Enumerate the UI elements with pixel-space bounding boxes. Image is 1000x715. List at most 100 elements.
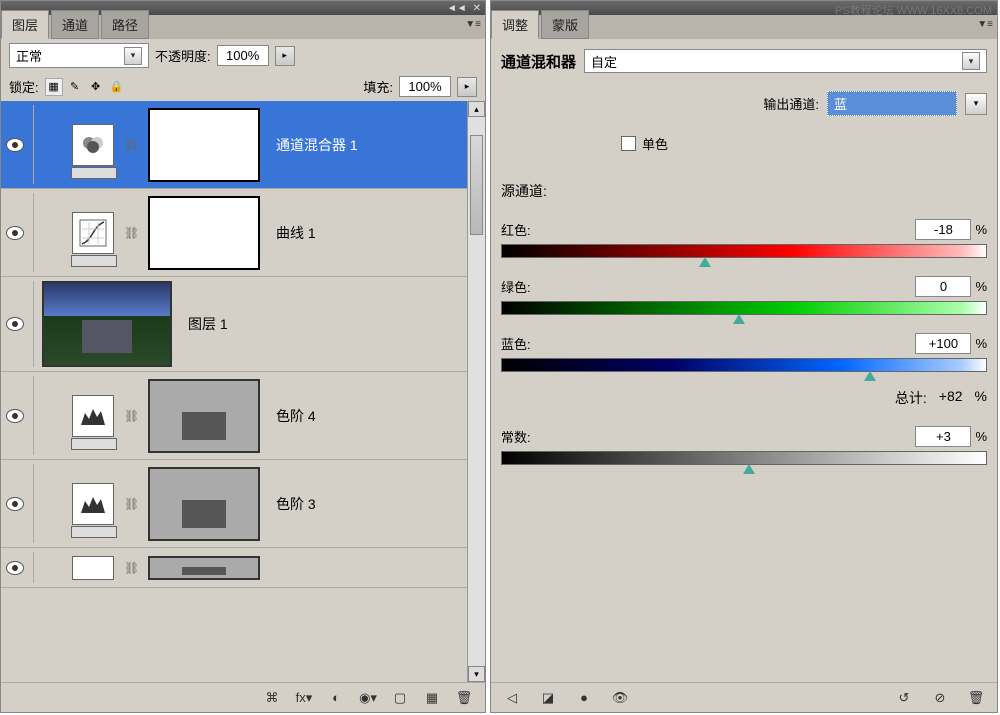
trash-icon[interactable]: 🗑 bbox=[453, 688, 475, 708]
red-slider[interactable] bbox=[501, 244, 987, 258]
unit-label: % bbox=[975, 429, 987, 444]
lock-transparency-icon[interactable]: ▦ bbox=[45, 78, 63, 96]
total-label: 总计: bbox=[895, 388, 927, 408]
layer-row[interactable]: 图层 1 bbox=[1, 277, 485, 372]
tab-adjustments[interactable]: 调整 bbox=[491, 10, 539, 39]
chevron-down-icon: ▾ bbox=[962, 52, 980, 70]
panel-menu-icon[interactable]: ▼≡ bbox=[465, 19, 481, 30]
layer-name[interactable]: 曲线 1 bbox=[276, 223, 316, 243]
adjustment-curves-icon[interactable] bbox=[72, 212, 114, 254]
tab-masks[interactable]: 蒙版 bbox=[541, 10, 589, 39]
layer-row[interactable]: ⛓ 色阶 4 bbox=[1, 372, 485, 460]
panel-tabs: 调整 蒙版 ▼≡ bbox=[491, 15, 997, 39]
visibility-eye-icon[interactable] bbox=[6, 497, 24, 511]
red-label: 红色: bbox=[501, 220, 531, 239]
output-channel-select[interactable]: 蓝 bbox=[827, 91, 957, 116]
adjustment-levels-icon[interactable] bbox=[72, 395, 114, 437]
layer-row[interactable]: ⛓ bbox=[1, 548, 485, 588]
adjustment-channel-mixer-icon[interactable] bbox=[72, 124, 114, 166]
visibility-eye-icon[interactable] bbox=[6, 317, 24, 331]
chevron-down-icon[interactable]: ▾ bbox=[965, 93, 987, 115]
layer-name[interactable]: 通道混合器 1 bbox=[276, 135, 358, 155]
mask-thumbnail[interactable] bbox=[148, 467, 260, 541]
previous-state-icon[interactable]: ↺ bbox=[893, 688, 915, 708]
panel-menu-icon[interactable]: ▼≡ bbox=[977, 19, 993, 30]
layer-row[interactable]: ⛓ 色阶 3 bbox=[1, 460, 485, 548]
lock-position-icon[interactable]: ✥ bbox=[87, 78, 105, 96]
mask-thumbnail[interactable] bbox=[148, 196, 260, 270]
link-icon[interactable]: ⛓ bbox=[124, 561, 138, 575]
scroll-down-icon[interactable]: ▾ bbox=[468, 666, 485, 682]
blue-slider[interactable] bbox=[501, 358, 987, 372]
layer-name[interactable]: 色阶 4 bbox=[276, 406, 316, 426]
fill-input[interactable]: 100% bbox=[399, 76, 451, 97]
panel-tabs: 图层 通道 路径 ▼≡ bbox=[1, 15, 485, 39]
back-icon[interactable]: ◁ bbox=[501, 688, 523, 708]
preset-select[interactable]: 自定 ▾ bbox=[584, 49, 987, 73]
link-icon[interactable]: ⛓ bbox=[124, 226, 138, 240]
mask-thumbnail[interactable] bbox=[148, 556, 260, 580]
layer-name[interactable]: 图层 1 bbox=[188, 314, 228, 334]
expand-icon[interactable]: ◪ bbox=[537, 688, 559, 708]
tab-paths[interactable]: 路径 bbox=[101, 10, 149, 39]
opacity-input[interactable]: 100% bbox=[217, 45, 269, 66]
opacity-flyout-icon[interactable]: ▸ bbox=[275, 46, 295, 66]
slider-handle[interactable] bbox=[743, 464, 755, 475]
image-thumbnail[interactable] bbox=[42, 281, 172, 367]
green-slider[interactable] bbox=[501, 301, 987, 315]
total-value: +82 bbox=[939, 388, 963, 408]
scroll-up-icon[interactable]: ▴ bbox=[468, 101, 485, 117]
layer-row[interactable]: ⛓ 通道混合器 1 bbox=[1, 101, 485, 189]
slider-handle[interactable] bbox=[733, 314, 745, 325]
layer-name[interactable]: 色阶 3 bbox=[276, 494, 316, 514]
trash-icon[interactable]: 🗑 bbox=[965, 688, 987, 708]
link-icon[interactable]: ⛓ bbox=[124, 497, 138, 511]
slider-handle[interactable] bbox=[699, 257, 711, 268]
blend-mode-select[interactable]: 正常 ▾ bbox=[9, 43, 149, 68]
layers-panel: ◄◄ ✕ 图层 通道 路径 ▼≡ 正常 ▾ 不透明度: 100% ▸ 锁定: ▦… bbox=[0, 0, 486, 713]
visibility-eye-icon[interactable] bbox=[6, 138, 24, 152]
scrollbar[interactable]: ▴ ▾ bbox=[467, 101, 485, 682]
tab-channels[interactable]: 通道 bbox=[51, 10, 99, 39]
blue-input[interactable] bbox=[915, 333, 971, 354]
adjustment-layer-icon[interactable]: ◉▾ bbox=[357, 688, 379, 708]
mask-icon[interactable]: ◐ bbox=[325, 688, 347, 708]
lock-all-icon[interactable]: 🔒 bbox=[108, 78, 126, 96]
scroll-thumb[interactable] bbox=[470, 135, 483, 235]
output-channel-value: 蓝 bbox=[834, 94, 847, 113]
constant-label: 常数: bbox=[501, 427, 531, 446]
mask-thumbnail[interactable] bbox=[148, 379, 260, 453]
visibility-eye-icon[interactable] bbox=[6, 409, 24, 423]
chevron-down-icon: ▾ bbox=[124, 47, 142, 65]
visibility-eye-icon[interactable] bbox=[6, 561, 24, 575]
constant-slider[interactable] bbox=[501, 451, 987, 465]
watermark-text: PS教程论坛 WWW.16XX8.COM bbox=[835, 2, 992, 18]
green-input[interactable] bbox=[915, 276, 971, 297]
constant-input[interactable] bbox=[915, 426, 971, 447]
source-channels-label: 源通道: bbox=[501, 181, 987, 201]
clip-icon[interactable]: ● bbox=[573, 688, 595, 708]
mask-thumbnail[interactable] bbox=[148, 108, 260, 182]
adjustment-levels-icon[interactable] bbox=[72, 556, 114, 580]
link-layers-icon[interactable]: ⌘ bbox=[261, 688, 283, 708]
adjustment-levels-icon[interactable] bbox=[72, 483, 114, 525]
close-icon[interactable]: ✕ bbox=[473, 3, 481, 14]
visibility-eye-icon[interactable]: 👁 bbox=[609, 688, 631, 708]
tab-layers[interactable]: 图层 bbox=[1, 10, 49, 39]
group-icon[interactable]: ▢ bbox=[389, 688, 411, 708]
new-layer-icon[interactable]: ▦ bbox=[421, 688, 443, 708]
collapse-icon[interactable]: ◄◄ bbox=[447, 3, 467, 14]
reset-icon[interactable]: ⊘ bbox=[929, 688, 951, 708]
layers-bottom-bar: ⌘ fx▾ ◐ ◉▾ ▢ ▦ 🗑 bbox=[1, 682, 485, 712]
layer-row[interactable]: ⛓ 曲线 1 bbox=[1, 189, 485, 277]
slider-handle[interactable] bbox=[864, 371, 876, 382]
link-icon[interactable]: ⛓ bbox=[124, 138, 138, 152]
link-icon[interactable]: ⛓ bbox=[124, 409, 138, 423]
visibility-eye-icon[interactable] bbox=[6, 226, 24, 240]
fx-icon[interactable]: fx▾ bbox=[293, 688, 315, 708]
red-input[interactable] bbox=[915, 219, 971, 240]
lock-paint-icon[interactable]: ✎ bbox=[66, 78, 84, 96]
monochrome-checkbox[interactable] bbox=[621, 136, 636, 151]
fill-flyout-icon[interactable]: ▸ bbox=[457, 77, 477, 97]
output-channel-label: 输出通道: bbox=[763, 94, 819, 113]
